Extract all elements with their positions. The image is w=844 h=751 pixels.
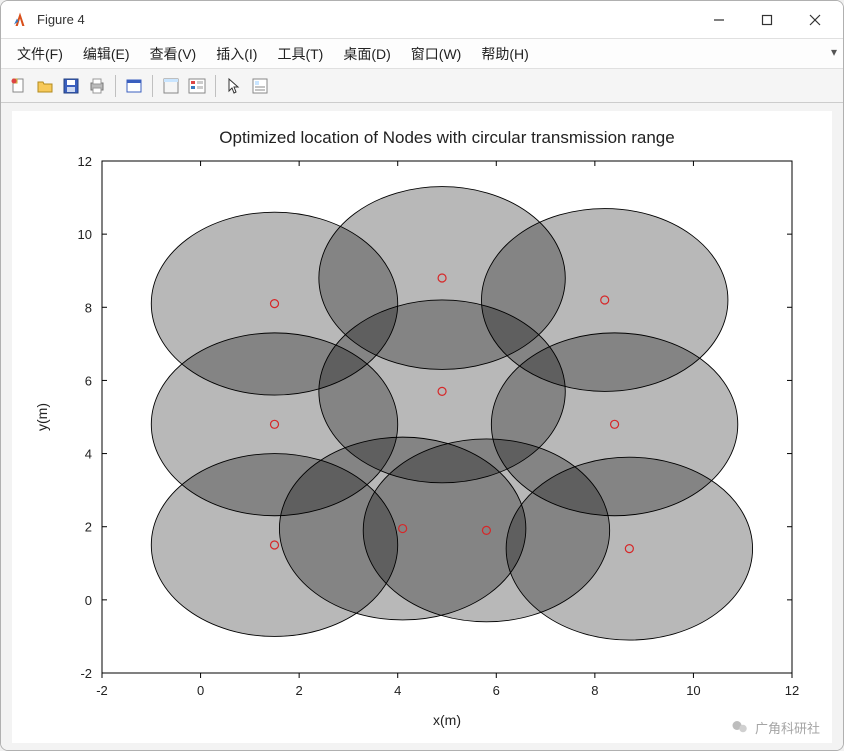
- y-tick-label: 8: [85, 300, 92, 315]
- figure-window-button[interactable]: [122, 74, 146, 98]
- x-tick-label: 6: [493, 683, 500, 698]
- matlab-logo-icon: [11, 11, 29, 29]
- maximize-button[interactable]: [743, 3, 791, 37]
- window-title: Figure 4: [37, 12, 85, 27]
- menu-edit[interactable]: 编辑(E): [73, 40, 140, 68]
- toolbar: [1, 69, 843, 103]
- x-tick-label: 8: [591, 683, 598, 698]
- menubar: 文件(F) 编辑(E) 查看(V) 插入(I) 工具(T) 桌面(D) 窗口(W…: [1, 39, 843, 69]
- minimize-button[interactable]: [695, 3, 743, 37]
- x-axis-label: x(m): [433, 712, 461, 728]
- new-file-button[interactable]: [7, 74, 31, 98]
- plot-area: Optimized location of Nodes with circula…: [1, 103, 843, 750]
- menu-insert[interactable]: 插入(I): [206, 40, 267, 68]
- wechat-icon: [731, 718, 749, 736]
- inspect-button[interactable]: [248, 74, 272, 98]
- menu-view[interactable]: 查看(V): [140, 40, 207, 68]
- menu-window[interactable]: 窗口(W): [401, 40, 472, 68]
- menubar-expand-icon[interactable]: ▾: [831, 45, 837, 59]
- transmission-circles: [151, 186, 752, 639]
- save-button[interactable]: [59, 74, 83, 98]
- menu-help[interactable]: 帮助(H): [471, 40, 538, 68]
- close-button[interactable]: [791, 3, 839, 37]
- range-circle: [506, 457, 752, 640]
- y-tick-label: -2: [80, 666, 92, 681]
- x-tick-label: 12: [785, 683, 799, 698]
- x-tick-label: -2: [96, 683, 108, 698]
- print-button[interactable]: [85, 74, 109, 98]
- menu-desktop[interactable]: 桌面(D): [333, 40, 400, 68]
- y-tick-label: 12: [78, 154, 92, 169]
- chart-container: Optimized location of Nodes with circula…: [12, 111, 832, 743]
- y-axis-label: y(m): [34, 403, 50, 431]
- titlebar[interactable]: Figure 4: [1, 1, 843, 39]
- toolbar-separator: [215, 75, 216, 97]
- y-tick-label: 2: [85, 519, 92, 534]
- watermark: 广角科研社: [731, 718, 820, 737]
- legend-button[interactable]: [185, 74, 209, 98]
- x-tick-label: 2: [296, 683, 303, 698]
- figure-window: Figure 4 文件(F) 编辑(E) 查看(V) 插入(I) 工具(T) 桌…: [0, 0, 844, 751]
- y-tick-label: 4: [85, 446, 92, 461]
- chart[interactable]: Optimized location of Nodes with circula…: [12, 111, 832, 743]
- x-tick-label: 10: [686, 683, 700, 698]
- menu-tools[interactable]: 工具(T): [267, 40, 333, 68]
- watermark-text: 广角科研社: [755, 718, 820, 737]
- pointer-button[interactable]: [222, 74, 246, 98]
- open-button[interactable]: [33, 74, 57, 98]
- toolbar-separator: [115, 75, 116, 97]
- x-tick-label: 0: [197, 683, 204, 698]
- toolbar-separator: [152, 75, 153, 97]
- chart-title: Optimized location of Nodes with circula…: [219, 128, 674, 147]
- dock-button[interactable]: [159, 74, 183, 98]
- menu-file[interactable]: 文件(F): [7, 40, 73, 68]
- y-tick-label: 0: [85, 592, 92, 607]
- y-tick-label: 6: [85, 373, 92, 388]
- x-tick-label: 4: [394, 683, 401, 698]
- y-tick-label: 10: [78, 227, 92, 242]
